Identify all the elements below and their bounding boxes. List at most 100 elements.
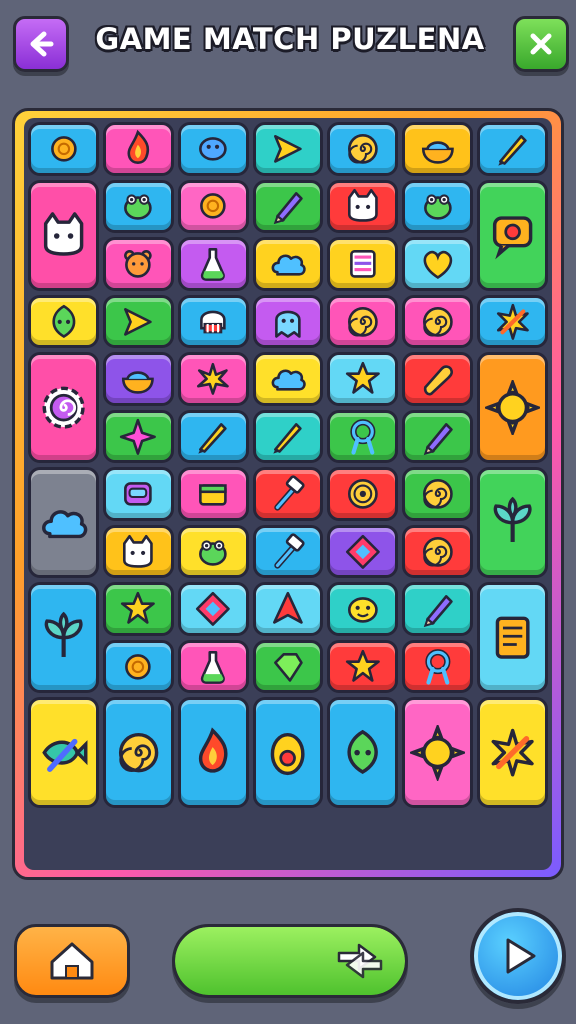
tile-ribbon[interactable] bbox=[327, 409, 399, 464]
tile-frog[interactable] bbox=[177, 524, 249, 579]
tile-flame[interactable] bbox=[177, 697, 249, 809]
fish-pen-icon bbox=[42, 739, 88, 773]
pencil-burst-icon bbox=[496, 303, 529, 340]
home-button[interactable] bbox=[14, 924, 130, 998]
tile-spiral[interactable] bbox=[402, 524, 474, 579]
hammer-icon bbox=[274, 532, 305, 569]
gear-spiral-icon bbox=[42, 386, 85, 429]
tile-ribbon[interactable] bbox=[402, 639, 474, 694]
tile-star-burst[interactable] bbox=[177, 352, 249, 406]
tile-diamond[interactable] bbox=[177, 582, 249, 636]
tile-spiral[interactable] bbox=[327, 294, 399, 349]
tile-pencil[interactable] bbox=[402, 409, 474, 464]
spiral-icon bbox=[422, 306, 453, 337]
tile-arrow-up[interactable] bbox=[252, 582, 324, 636]
frog-icon bbox=[199, 540, 227, 566]
tile-leaf-face[interactable] bbox=[327, 697, 399, 809]
tile-cat-face[interactable] bbox=[102, 524, 174, 579]
cat-face-icon bbox=[123, 534, 154, 568]
tile-hammer[interactable] bbox=[252, 467, 324, 521]
tile-skull[interactable] bbox=[177, 294, 249, 349]
tile-leaf-plant[interactable] bbox=[477, 467, 548, 579]
tile-potion[interactable] bbox=[177, 639, 249, 694]
tile-spiral[interactable] bbox=[102, 697, 174, 809]
bottom-bar bbox=[0, 900, 576, 1024]
tile-leaf-face[interactable] bbox=[28, 294, 99, 349]
tile-cloud[interactable] bbox=[252, 237, 324, 291]
tile-fish-pen[interactable] bbox=[28, 697, 99, 809]
tile-sun[interactable] bbox=[477, 352, 548, 464]
egg-icon bbox=[271, 733, 305, 776]
tile-gear-spiral[interactable] bbox=[28, 352, 99, 464]
tile-pencil-burst[interactable] bbox=[477, 294, 548, 349]
spiral-icon bbox=[347, 133, 378, 164]
tile-sun-blob[interactable] bbox=[102, 639, 174, 694]
tile-target[interactable] bbox=[327, 467, 399, 521]
tile-spiral[interactable] bbox=[402, 294, 474, 349]
face-icon bbox=[347, 597, 378, 623]
tile-hammer[interactable] bbox=[252, 524, 324, 579]
tile-sun[interactable] bbox=[402, 697, 474, 809]
tile-frog[interactable] bbox=[402, 179, 474, 234]
tile-pen-star[interactable] bbox=[477, 122, 548, 176]
tile-ghost[interactable] bbox=[252, 294, 324, 349]
hammer-icon bbox=[274, 475, 305, 511]
close-button[interactable] bbox=[513, 16, 569, 72]
bottle-icon bbox=[423, 365, 453, 396]
pen-star-icon bbox=[497, 134, 527, 166]
tile-spiral[interactable] bbox=[327, 122, 399, 176]
tile-egg[interactable] bbox=[252, 697, 324, 809]
tile-bottle[interactable] bbox=[402, 352, 474, 406]
game-title: GAME MATCH PUZLENA bbox=[95, 22, 485, 56]
tile-box[interactable] bbox=[177, 467, 249, 521]
tile-arrow[interactable] bbox=[102, 294, 174, 349]
tile-star[interactable] bbox=[327, 639, 399, 694]
tile-cat-face[interactable] bbox=[28, 179, 99, 291]
tile-robot[interactable] bbox=[102, 467, 174, 521]
shuffle-arrows-icon[interactable] bbox=[335, 939, 385, 983]
tile-star[interactable] bbox=[327, 352, 399, 406]
tile-star[interactable] bbox=[102, 582, 174, 636]
tile-sparkle[interactable] bbox=[102, 409, 174, 464]
tile-sun-blob[interactable] bbox=[177, 179, 249, 234]
tile-bear[interactable] bbox=[102, 237, 174, 291]
play-button[interactable] bbox=[470, 908, 566, 1004]
tile-sun-blob[interactable] bbox=[28, 122, 99, 176]
tile-pencil[interactable] bbox=[252, 179, 324, 234]
tile-heart-blob[interactable] bbox=[402, 237, 474, 291]
sparkle-icon bbox=[120, 418, 157, 455]
tile-arrow[interactable] bbox=[252, 122, 324, 176]
tile-stripes[interactable] bbox=[327, 237, 399, 291]
pen-star-icon bbox=[273, 422, 302, 454]
frog-icon bbox=[124, 194, 153, 221]
robot-icon bbox=[124, 482, 153, 506]
arrow-left-icon bbox=[30, 31, 54, 57]
tile-cloud[interactable] bbox=[28, 467, 99, 579]
tile-chat-target[interactable] bbox=[477, 179, 548, 291]
tile-diamond[interactable] bbox=[327, 524, 399, 579]
tile-note[interactable] bbox=[477, 582, 548, 694]
tile-cloud[interactable] bbox=[252, 352, 324, 406]
tile-frog[interactable] bbox=[102, 179, 174, 234]
tile-potion[interactable] bbox=[177, 237, 249, 291]
arrow-icon bbox=[124, 307, 153, 336]
star-icon bbox=[345, 649, 380, 682]
tile-pencil-burst[interactable] bbox=[477, 697, 548, 809]
tile-cat-face[interactable] bbox=[327, 179, 399, 234]
back-button[interactable] bbox=[13, 16, 69, 72]
tile-pen-star[interactable] bbox=[177, 409, 249, 464]
progress-bar bbox=[172, 924, 408, 998]
stripes-icon bbox=[350, 249, 376, 278]
tile-pencil[interactable] bbox=[402, 582, 474, 636]
tile-spiral[interactable] bbox=[402, 467, 474, 521]
tile-bird[interactable] bbox=[177, 122, 249, 176]
tile-flame[interactable] bbox=[102, 122, 174, 176]
tile-leaf-plant[interactable] bbox=[28, 582, 99, 694]
tile-face[interactable] bbox=[327, 582, 399, 636]
tile-bowl[interactable] bbox=[102, 352, 174, 406]
tile-gem[interactable] bbox=[252, 639, 324, 694]
leaf-plant-icon bbox=[44, 611, 83, 658]
cloud-icon bbox=[271, 254, 306, 276]
tile-bowl[interactable] bbox=[402, 122, 474, 176]
tile-pen-star[interactable] bbox=[252, 409, 324, 464]
